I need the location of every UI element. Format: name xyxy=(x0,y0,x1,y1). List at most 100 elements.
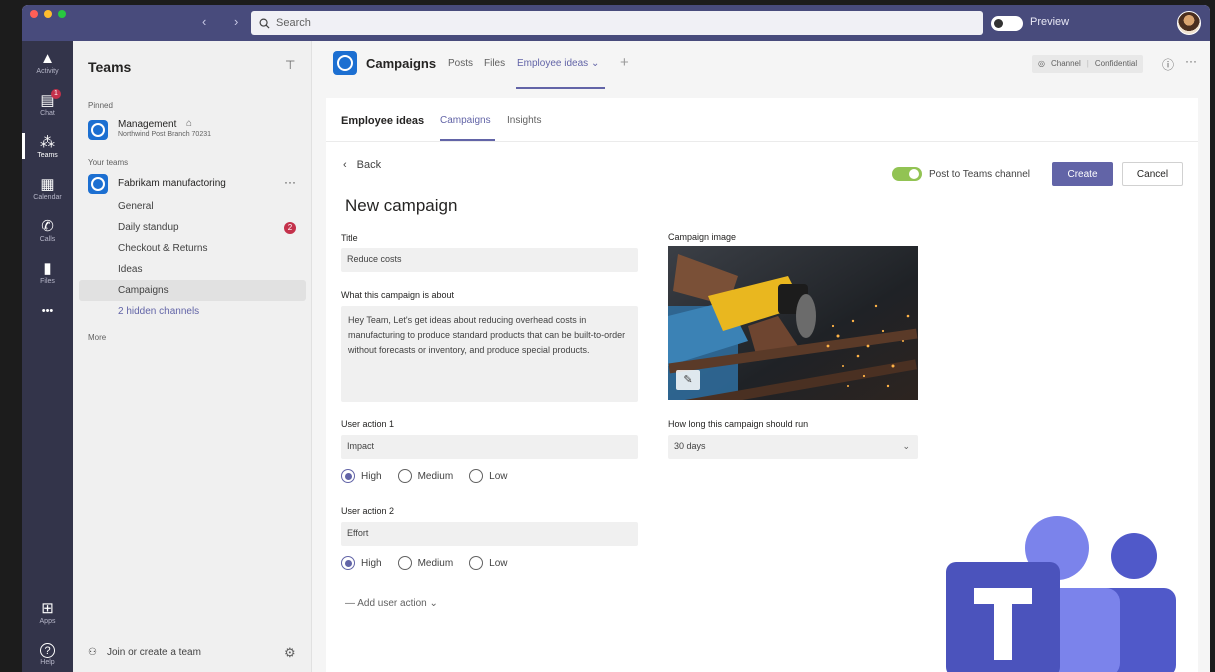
more-label[interactable]: More xyxy=(88,333,106,342)
chevron-down-icon: ⌄ xyxy=(429,598,438,609)
channel-badge: 2 xyxy=(284,222,296,234)
chevron-down-icon: ⌄ xyxy=(590,58,600,69)
page-title: New campaign xyxy=(345,196,458,215)
app-tab-bar: Employee ideas Campaigns Insights xyxy=(326,98,1198,142)
tab-campaigns[interactable]: Campaigns xyxy=(440,115,491,126)
team-more-button[interactable]: ··· xyxy=(284,175,296,189)
duration-label: How long this campaign should run xyxy=(668,419,809,429)
your-teams-label: Your teams xyxy=(88,158,129,167)
grinder-photo xyxy=(668,246,918,400)
tab-posts[interactable]: Posts xyxy=(448,58,473,69)
tab-insights[interactable]: Insights xyxy=(507,115,541,126)
divider: | xyxy=(1086,59,1089,68)
rail-activity[interactable]: ▲ Activity xyxy=(22,51,73,76)
radio-label: Medium xyxy=(417,557,454,569)
add-tab-button[interactable]: + xyxy=(620,54,629,71)
active-tab-indicator xyxy=(516,87,605,89)
more-options-button[interactable]: ··· xyxy=(1185,54,1197,68)
rail-apps[interactable]: ⊞ Apps xyxy=(22,601,73,626)
chevron-left-icon: ‹ xyxy=(343,159,347,171)
pinned-team-name[interactable]: Management xyxy=(118,119,176,130)
create-button[interactable]: Create xyxy=(1052,162,1113,186)
chat-badge: 1 xyxy=(51,89,61,99)
minimize-window-button[interactable] xyxy=(44,10,52,18)
teams-icon: ⁂ xyxy=(40,134,55,151)
back-label: Back xyxy=(356,159,382,171)
channel-checkout-returns[interactable]: Checkout & Returns xyxy=(118,243,208,254)
active-tab-indicator xyxy=(440,139,495,141)
rail-calendar[interactable]: ▦ Calendar xyxy=(22,177,73,202)
radio-low[interactable]: Low xyxy=(469,556,508,570)
radio-high[interactable]: High xyxy=(341,556,382,570)
campaign-image[interactable]: ✎ xyxy=(668,246,918,400)
rail-help[interactable]: ? Help xyxy=(22,643,73,667)
radio-low[interactable]: Low xyxy=(469,469,508,483)
gear-icon[interactable]: ⚙ xyxy=(284,645,296,661)
user-action-2-field[interactable]: Effort xyxy=(341,522,638,546)
channel-label: Channel xyxy=(1050,59,1081,68)
search-input[interactable]: Search xyxy=(251,11,983,35)
title-field[interactable]: Reduce costs xyxy=(341,248,638,272)
preview-toggle[interactable] xyxy=(991,16,1023,31)
back-button[interactable]: ‹ Back xyxy=(343,159,381,171)
radio-high[interactable]: High xyxy=(341,469,382,483)
rail-files[interactable]: ▮ Files xyxy=(22,261,73,286)
user-action-1-label: User action 1 xyxy=(341,419,395,429)
join-label: Join or create a team xyxy=(106,647,201,658)
calendar-icon: ▦ xyxy=(40,176,55,193)
edit-image-icon[interactable]: ✎ xyxy=(676,370,700,390)
filter-icon[interactable]: ⊤ xyxy=(285,58,295,72)
rail-chat[interactable]: ▤ 1 Chat xyxy=(22,89,73,118)
avatar[interactable] xyxy=(1177,11,1201,35)
files-icon: ▮ xyxy=(43,260,52,277)
app-rail: ▲ Activity ▤ 1 Chat ⁂ Teams ▦ Calendar ✆… xyxy=(22,41,73,672)
hidden-channels-link[interactable]: 2 hidden channels xyxy=(118,306,199,317)
tab-label: Employee ideas xyxy=(517,58,589,69)
panel-title: Teams xyxy=(88,59,132,75)
campaign-image-label: Campaign image xyxy=(668,232,737,242)
cancel-button[interactable]: Cancel xyxy=(1122,162,1183,186)
close-window-button[interactable] xyxy=(30,10,38,18)
nav-arrows[interactable]: ‹ › xyxy=(202,14,250,29)
duration-dropdown[interactable]: 30 days ⌄ xyxy=(668,435,918,459)
apps-icon: ⊞ xyxy=(41,600,54,617)
radio-label: Low xyxy=(489,557,508,569)
post-to-channel-toggle[interactable] xyxy=(892,167,922,181)
user-action-2-label: User action 2 xyxy=(341,506,395,516)
channel-daily-standup[interactable]: Daily standup xyxy=(118,222,179,233)
rail-more-apps[interactable]: ••• xyxy=(22,303,73,319)
rail-label: Calendar xyxy=(33,194,62,201)
about-field[interactable]: Hey Team, Let's get ideas about reducing… xyxy=(341,306,638,402)
radio-medium[interactable]: Medium xyxy=(397,469,453,483)
radio-circle xyxy=(469,469,484,483)
maximize-window-button[interactable] xyxy=(58,10,66,18)
tab-employee-ideas[interactable]: Employee ideas ⌄ xyxy=(517,58,599,69)
rail-teams[interactable]: ⁂ Teams xyxy=(22,133,73,160)
channel-campaigns[interactable]: Campaigns xyxy=(118,285,169,296)
join-team-button[interactable]: ⚇ Join or create a team xyxy=(88,647,201,658)
search-icon xyxy=(259,18,270,29)
channel-general[interactable]: General xyxy=(118,201,154,212)
tab-files[interactable]: Files xyxy=(484,58,505,69)
title-label: Title xyxy=(341,233,358,243)
rail-label: Activity xyxy=(36,68,59,75)
radio-label: Low xyxy=(489,470,508,482)
radio-circle xyxy=(341,556,355,570)
radio-label: High xyxy=(361,470,382,482)
title-bar: ‹ › Search Preview xyxy=(22,5,1210,41)
user-action-1-radios: High Medium Low xyxy=(341,469,508,483)
rail-label: Apps xyxy=(39,618,56,625)
rail-label: Files xyxy=(40,278,55,285)
channel-title: Campaigns xyxy=(366,56,437,71)
add-user-action-button[interactable]: — Add user action ⌄ xyxy=(345,598,438,609)
rail-calls[interactable]: ✆ Calls xyxy=(22,219,73,244)
user-action-1-field[interactable]: Impact xyxy=(341,435,638,459)
pinned-team-sub: Northwind Post Branch 70231 xyxy=(118,131,211,138)
team-name[interactable]: Fabrikam manufactoring xyxy=(118,178,226,189)
info-icon[interactable]: ⓘ xyxy=(1162,56,1174,73)
channel-ideas[interactable]: Ideas xyxy=(118,264,142,275)
duration-value: 30 days xyxy=(674,441,706,451)
radio-circle xyxy=(469,556,484,570)
radio-medium[interactable]: Medium xyxy=(397,556,454,570)
app-title: Employee ideas xyxy=(341,115,425,127)
